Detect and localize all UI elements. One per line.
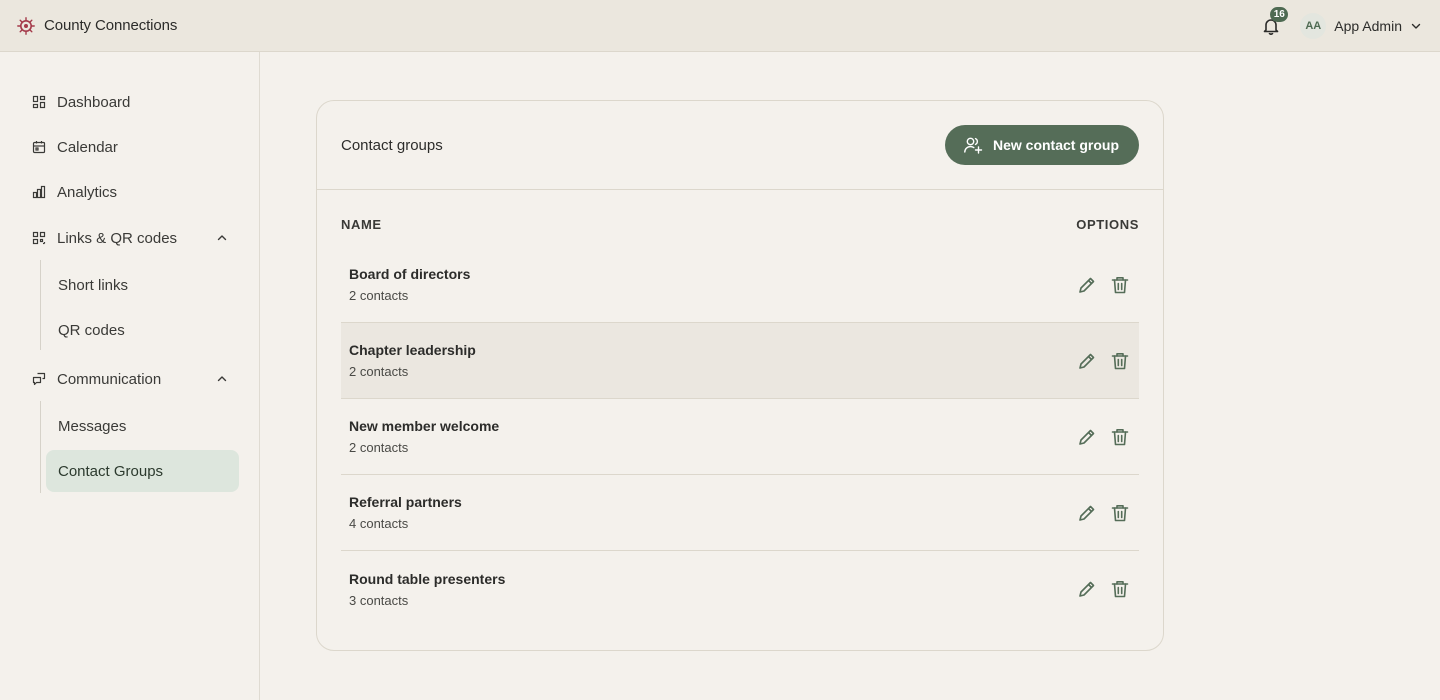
new-contact-group-button[interactable]: New contact group — [944, 125, 1139, 165]
pencil-icon — [1079, 429, 1095, 445]
sidebar-item-label: Communication — [57, 370, 162, 388]
avatar: AA — [1300, 12, 1327, 39]
group-count: 3 contacts — [349, 592, 409, 608]
edit-button[interactable] — [1076, 350, 1098, 372]
trash-icon — [1111, 581, 1129, 598]
new-contact-group-label: New contact group — [992, 137, 1119, 153]
sidebar-item-label: Links & QR codes — [57, 229, 178, 247]
sidebar-item-short-links[interactable]: Short links — [46, 264, 239, 306]
pencil-icon — [1079, 277, 1095, 293]
trash-icon — [1111, 276, 1129, 293]
table-header: NAME OPTIONS — [341, 217, 1139, 232]
sidebar-item-label: Calendar — [57, 138, 118, 156]
group-count: 2 contacts — [349, 364, 409, 379]
add-user-icon — [963, 135, 983, 155]
bar-chart-icon — [32, 185, 46, 199]
edit-button[interactable] — [1076, 502, 1098, 524]
delete-button[interactable] — [1109, 578, 1131, 600]
chevron-up-icon[interactable] — [216, 232, 228, 244]
user-name: App Admin — [1334, 17, 1402, 34]
table-row[interactable]: Chapter leadership 2 contacts — [341, 323, 1139, 399]
sidebar-item-dashboard[interactable]: Dashboard — [32, 90, 228, 114]
chevron-down-icon — [1410, 20, 1422, 32]
row-actions — [1065, 350, 1131, 372]
group-count: 2 contacts — [349, 440, 409, 455]
pencil-icon — [1079, 581, 1095, 597]
sidebar-item-qr-codes[interactable]: QR codes — [46, 309, 239, 351]
subnav-divider — [40, 260, 41, 350]
delete-button[interactable] — [1109, 350, 1131, 372]
row-actions — [1065, 578, 1131, 600]
pencil-icon — [1079, 353, 1095, 369]
sidebar-item-calendar[interactable]: Calendar — [32, 135, 228, 159]
chevron-up-icon[interactable] — [216, 373, 228, 385]
card-header: Contact groups New contact group — [317, 101, 1163, 190]
contact-groups-card: Contact groups New contact group NAME OP… — [316, 100, 1164, 651]
table-row[interactable]: Referral partners 4 contacts — [341, 475, 1139, 551]
chat-icon — [32, 372, 46, 386]
table-row[interactable]: Round table presenters 3 contacts — [341, 551, 1139, 627]
user-menu[interactable]: AA App Admin — [1300, 12, 1422, 39]
pencil-icon — [1079, 505, 1095, 521]
sidebar-item-label: Dashboard — [57, 93, 131, 111]
group-name: Board of directors — [349, 266, 471, 282]
sidebar-item-links-qr[interactable]: Links & QR codes — [32, 226, 228, 250]
group-name: Round table presenters — [349, 570, 506, 587]
row-text: Chapter leadership 2 contacts — [349, 342, 476, 379]
brand[interactable]: County Connections — [17, 16, 178, 35]
sidebar-item-label: Contact Groups — [58, 462, 164, 480]
trash-icon — [1111, 352, 1129, 369]
calendar-icon — [32, 140, 46, 154]
row-actions — [1065, 502, 1131, 524]
group-count: 4 contacts — [349, 516, 409, 531]
notification-badge: 16 — [1270, 6, 1289, 22]
column-header-name: NAME — [341, 217, 382, 232]
group-count: 2 contacts — [349, 288, 409, 303]
group-name: New member welcome — [349, 418, 500, 434]
delete-button[interactable] — [1109, 274, 1131, 296]
dashboard-icon — [32, 95, 46, 109]
trash-icon — [1111, 504, 1129, 521]
sidebar-item-label: Short links — [58, 276, 129, 294]
edit-button[interactable] — [1076, 274, 1098, 296]
brand-name: County Connections — [44, 17, 178, 34]
table-row[interactable]: New member welcome 2 contacts — [341, 399, 1139, 475]
edit-button[interactable] — [1076, 578, 1098, 600]
notifications-button[interactable]: 16 — [1260, 6, 1289, 37]
top-bar: County Connections 16 AA App Admin — [0, 0, 1440, 52]
page-title: Contact groups — [341, 136, 443, 154]
row-text: Round table presenters 3 contacts — [349, 571, 505, 608]
trash-icon — [1111, 428, 1129, 445]
delete-button[interactable] — [1109, 502, 1131, 524]
group-name: Referral partners — [349, 494, 462, 510]
sidebar-item-messages[interactable]: Messages — [46, 405, 239, 447]
contact-groups-list: Board of directors 2 contacts Chapter le… — [341, 247, 1139, 627]
header-actions: 16 AA App Admin — [1260, 6, 1422, 39]
row-actions — [1065, 274, 1131, 296]
group-name: Chapter leadership — [349, 342, 476, 358]
sidebar-item-label: QR codes — [58, 321, 125, 339]
subnav-divider — [40, 401, 41, 493]
row-actions — [1065, 426, 1131, 448]
qr-icon — [32, 231, 46, 245]
sidebar-item-label: Messages — [58, 417, 127, 435]
sidebar-item-contact-groups[interactable]: Contact Groups — [46, 450, 239, 492]
sidebar: Dashboard Calendar Analytics Links & QR … — [0, 52, 260, 700]
edit-button[interactable] — [1076, 426, 1098, 448]
row-text: Board of directors 2 contacts — [349, 266, 470, 303]
brand-logo-icon — [17, 16, 35, 35]
row-text: Referral partners 4 contacts — [349, 494, 462, 531]
sidebar-item-communication[interactable]: Communication — [32, 367, 228, 391]
delete-button[interactable] — [1109, 426, 1131, 448]
column-header-options: OPTIONS — [1076, 217, 1139, 232]
row-text: New member welcome 2 contacts — [349, 418, 499, 455]
sidebar-item-label: Analytics — [57, 183, 118, 201]
table-row[interactable]: Board of directors 2 contacts — [341, 247, 1139, 323]
sidebar-item-analytics[interactable]: Analytics — [32, 180, 228, 204]
